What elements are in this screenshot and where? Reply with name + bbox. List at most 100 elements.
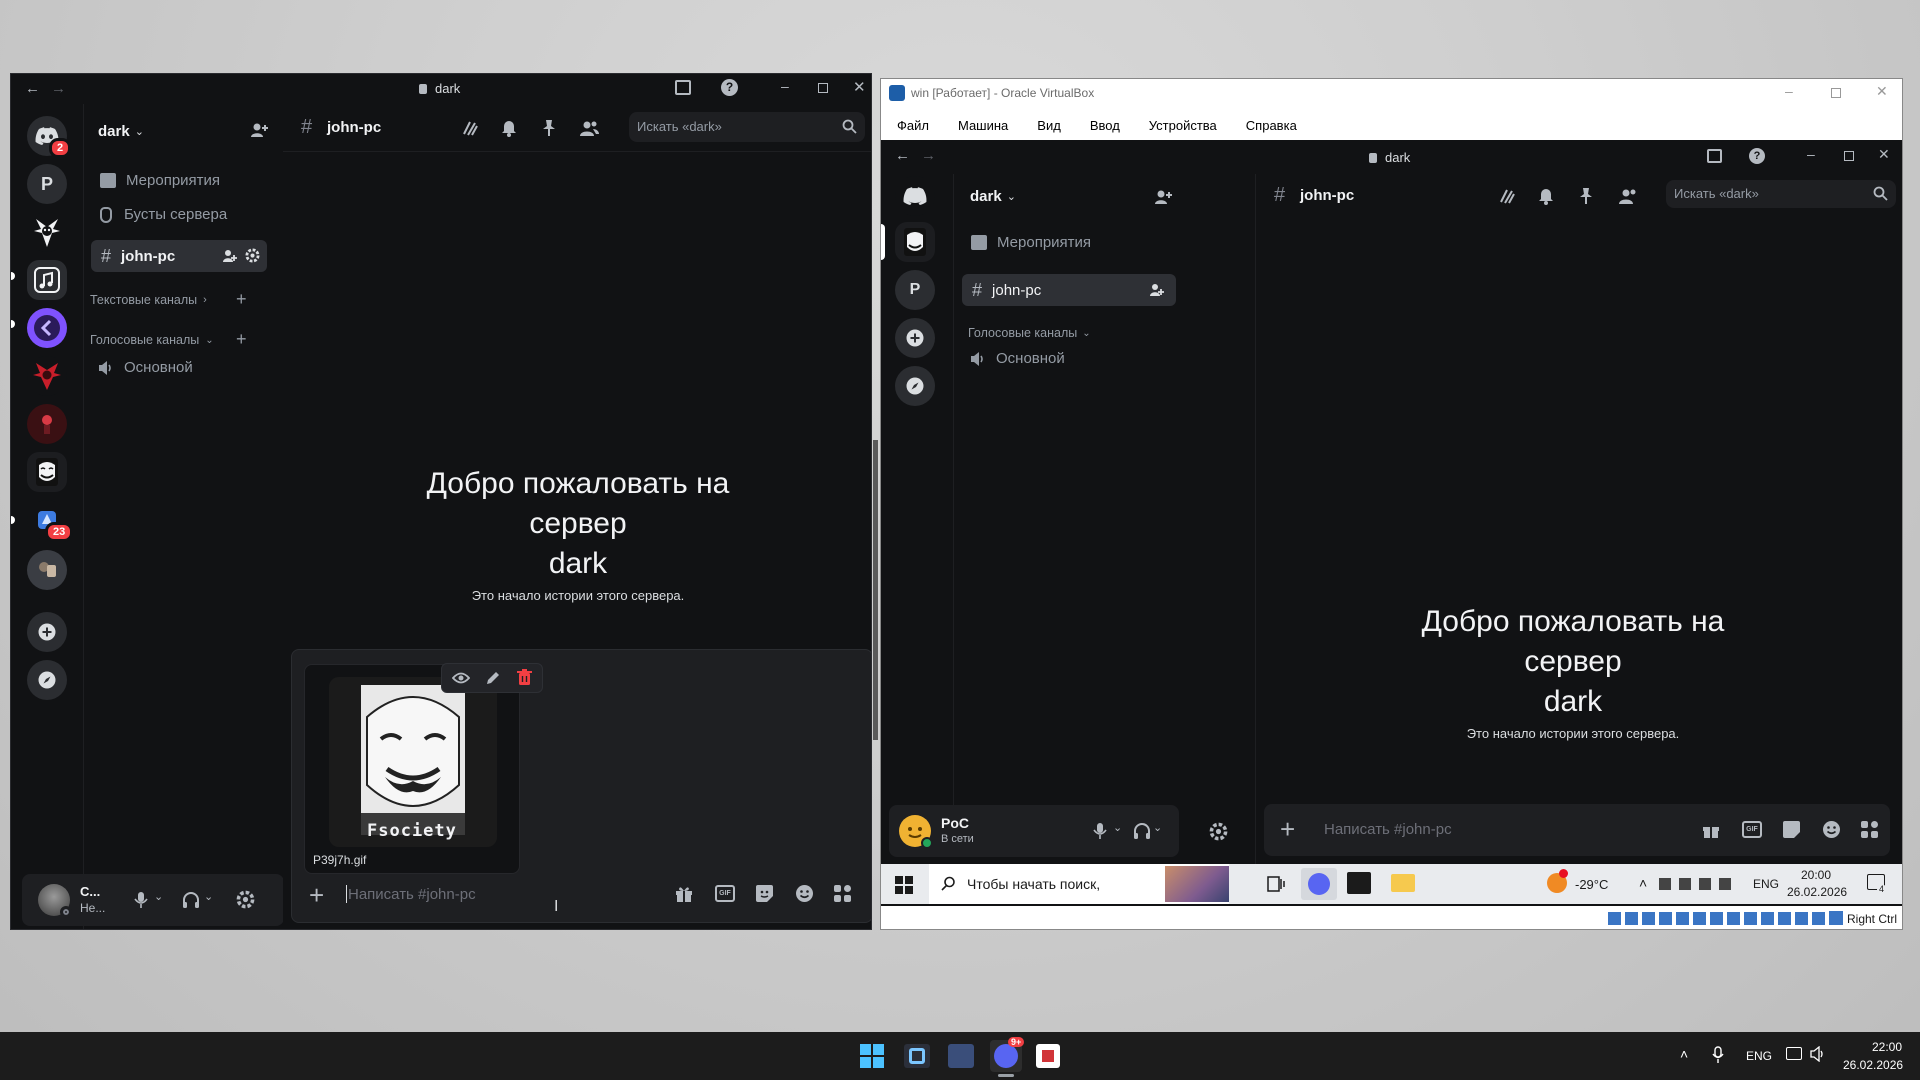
help-icon[interactable]: ? — [1749, 148, 1765, 164]
invite-member-icon[interactable] — [223, 249, 237, 263]
windows-start-icon[interactable] — [860, 1044, 884, 1068]
host-time[interactable]: 22:00 — [1872, 1040, 1902, 1054]
emoji-icon[interactable] — [795, 884, 814, 903]
virtualbox-taskbar-icon[interactable] — [948, 1044, 974, 1068]
voice-channel-main[interactable]: Основной — [98, 359, 193, 376]
channel-item-john-pc[interactable]: # john-pc — [91, 240, 267, 272]
threads-icon[interactable] — [461, 119, 479, 137]
chevron-down-icon[interactable]: ⌄ — [1153, 821, 1162, 834]
headphones-icon[interactable] — [1133, 822, 1151, 840]
snipping-taskbar-icon[interactable] — [1036, 1044, 1060, 1068]
guest-lang[interactable]: ENG — [1753, 877, 1779, 891]
vscode-taskbar-icon[interactable] — [904, 1044, 930, 1068]
menu-devices[interactable]: Устройства — [1149, 118, 1217, 133]
voice-channel-main[interactable]: Основной — [970, 350, 1065, 367]
network-tray-icon[interactable] — [1786, 1047, 1802, 1060]
menu-machine[interactable]: Машина — [958, 118, 1008, 133]
invite-member-icon[interactable] — [1150, 283, 1164, 297]
add-attachment-plus-icon[interactable]: + — [1280, 814, 1295, 845]
inbox-icon[interactable] — [1707, 149, 1722, 163]
maximize-button[interactable] — [818, 83, 828, 93]
host-lang[interactable]: ENG — [1746, 1049, 1772, 1063]
vbox-device-icons[interactable] — [1608, 912, 1826, 925]
events-item[interactable]: Мероприятия — [100, 172, 220, 189]
microphone-icon[interactable] — [134, 891, 148, 909]
dark-red-server-icon[interactable] — [27, 404, 67, 444]
menu-view[interactable]: Вид — [1037, 118, 1061, 133]
search-input[interactable]: Искать «dark» — [1666, 180, 1896, 208]
add-channel-icon[interactable]: + — [236, 329, 247, 350]
maximize-button[interactable] — [1831, 88, 1841, 98]
explore-compass-icon[interactable] — [895, 366, 935, 406]
spoiler-eye-icon[interactable] — [452, 671, 470, 685]
add-server-icon[interactable] — [27, 612, 67, 652]
emoji-icon[interactable] — [1822, 820, 1841, 839]
bell-icon[interactable] — [1538, 187, 1554, 205]
server-header[interactable]: dark ⌄ — [98, 120, 270, 142]
events-item[interactable]: Мероприятия — [971, 234, 1091, 251]
chevron-down-icon[interactable]: ⌄ — [154, 890, 163, 903]
windows-start-icon[interactable] — [895, 876, 913, 894]
add-attachment-plus-icon[interactable]: + — [309, 880, 324, 911]
chevron-down-icon[interactable]: ⌄ — [1113, 821, 1122, 834]
microphone-icon[interactable] — [1093, 822, 1107, 840]
sticker-icon[interactable] — [1782, 820, 1801, 839]
mouse-integration-arrow-icon[interactable] — [1829, 911, 1843, 925]
gift-icon[interactable] — [675, 885, 693, 903]
add-channel-icon[interactable]: + — [236, 289, 247, 310]
inbox-icon[interactable] — [675, 80, 691, 95]
server-p[interactable]: P — [27, 164, 67, 204]
music-icon[interactable] — [27, 260, 67, 300]
gif-icon[interactable]: GIF — [715, 885, 735, 902]
tray-chevron-up-icon[interactable]: ˄ — [1639, 875, 1647, 891]
voice-channels-category[interactable]: Голосовые каналы ⌄ + — [90, 329, 266, 349]
delete-trash-icon[interactable] — [517, 669, 532, 686]
pin-icon[interactable] — [541, 119, 557, 137]
member-list-icon[interactable] — [579, 119, 599, 137]
maximize-button[interactable] — [1844, 151, 1854, 161]
pin-icon[interactable] — [1578, 187, 1594, 205]
menu-file[interactable]: Файл — [897, 118, 929, 133]
minimize-button[interactable]: – — [781, 78, 789, 94]
menu-input[interactable]: Ввод — [1090, 118, 1120, 133]
guest-time[interactable]: 20:00 — [1801, 868, 1831, 882]
close-button[interactable]: ✕ — [1878, 146, 1890, 163]
mask-server-icon[interactable] — [27, 452, 67, 492]
chevron-down-icon[interactable]: ⌄ — [204, 890, 213, 903]
mask-server-icon[interactable] — [895, 222, 935, 262]
jester-icon[interactable] — [27, 212, 67, 252]
message-input[interactable]: Написать #john-pc — [1324, 821, 1452, 838]
user-settings-gear-icon[interactable] — [236, 890, 255, 909]
microphone-tray-icon[interactable] — [1712, 1046, 1724, 1064]
task-view-icon[interactable] — [1267, 876, 1285, 892]
forward-arrow-icon[interactable]: → — [921, 147, 936, 164]
forward-arrow-icon[interactable]: → — [51, 80, 66, 97]
sticker-icon[interactable] — [755, 884, 774, 903]
guest-search-box[interactable]: Чтобы начать поиск, — [929, 864, 1229, 904]
voice-channels-category[interactable]: Голосовые каналы ⌄ — [968, 326, 1091, 340]
discord-home-icon[interactable] — [895, 176, 935, 216]
explore-compass-icon[interactable] — [27, 660, 67, 700]
channel-item-john-pc[interactable]: # john-pc — [962, 274, 1176, 306]
guest-terminal-taskbar-icon[interactable] — [1347, 872, 1371, 894]
invite-people-icon[interactable] — [1154, 189, 1172, 205]
back-arrow-icon[interactable]: ← — [895, 147, 910, 164]
attachment-preview-image[interactable]: Fsociety — [329, 677, 497, 847]
search-input[interactable]: Искать «dark» — [629, 112, 865, 142]
photo-server-icon[interactable] — [27, 550, 67, 590]
tray-icons[interactable] — [1659, 878, 1737, 890]
guest-date[interactable]: 26.02.2026 — [1787, 885, 1847, 899]
red-jester-icon[interactable] — [27, 356, 67, 396]
close-button[interactable]: ✕ — [1876, 83, 1888, 100]
gif-icon[interactable]: GIF — [1742, 821, 1762, 838]
boosts-item[interactable]: Бусты сервера — [100, 206, 227, 223]
headphones-icon[interactable] — [182, 891, 200, 909]
help-icon[interactable]: ? — [721, 79, 738, 96]
channel-settings-gear-icon[interactable] — [245, 248, 260, 263]
guest-explorer-taskbar-icon[interactable] — [1391, 874, 1415, 892]
add-server-icon[interactable] — [895, 318, 935, 358]
minimize-button[interactable]: – — [1785, 83, 1793, 99]
text-channels-category[interactable]: Текстовые каналы › + — [90, 289, 266, 309]
bell-icon[interactable] — [501, 119, 517, 137]
guest-discord-taskbar-icon[interactable] — [1301, 868, 1337, 900]
